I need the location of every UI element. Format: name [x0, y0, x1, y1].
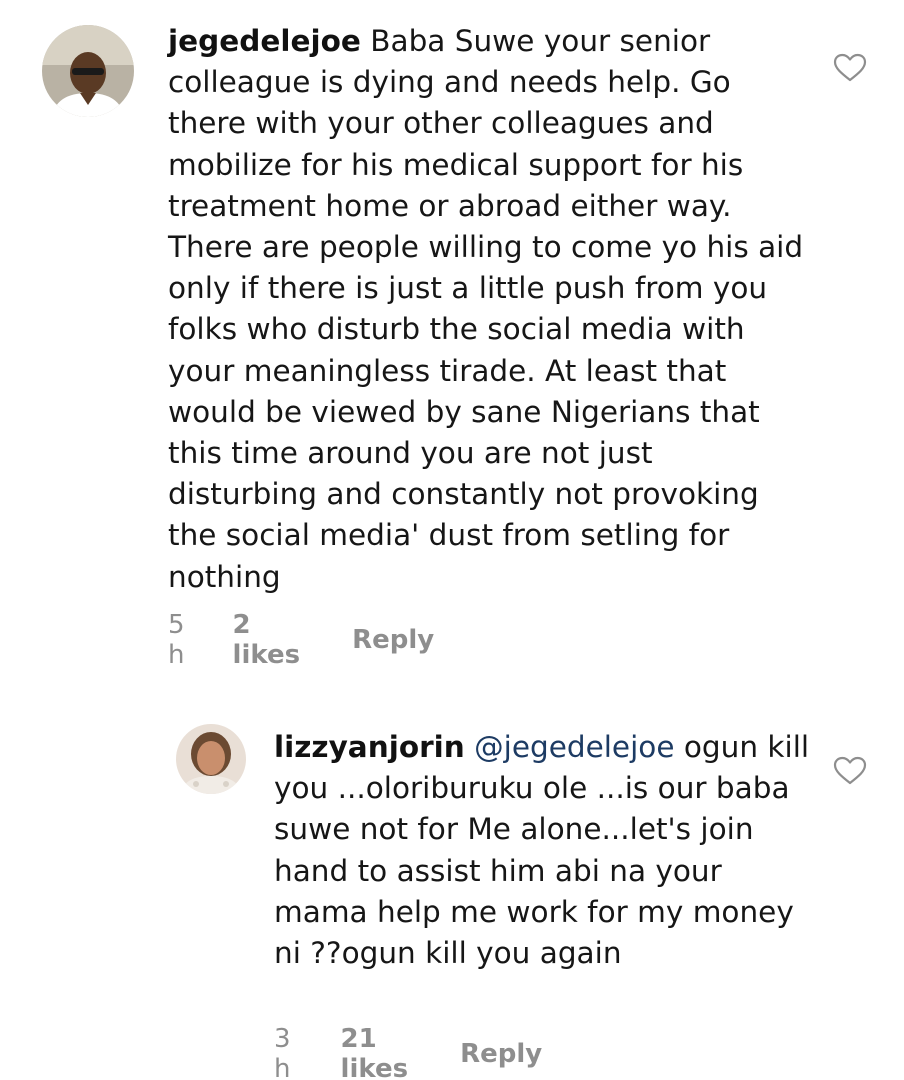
- comment-timestamp: 5 h: [168, 610, 185, 670]
- comment-text: ogun kill you ...oloriburuku ole ...is o…: [274, 730, 810, 971]
- avatar-photo-icon: [176, 724, 246, 794]
- like-button[interactable]: [833, 756, 867, 786]
- comment-meta: 3 h 21 likes Reply: [274, 1024, 542, 1080]
- avatar[interactable]: [176, 724, 246, 794]
- comment-body: jegedelejoe Baba Suwe your senior collea…: [168, 21, 808, 598]
- comment-username[interactable]: lizzyanjorin: [274, 730, 465, 764]
- likes-count[interactable]: 2 likes: [233, 610, 301, 670]
- like-button[interactable]: [833, 53, 867, 83]
- comment-timestamp: 3 h: [274, 1024, 291, 1080]
- comment-text: Baba Suwe your senior colleague is dying…: [168, 24, 804, 594]
- heart-outline-icon: [833, 756, 867, 785]
- mention-link[interactable]: @jegedelejoe: [474, 730, 674, 764]
- comment-username[interactable]: jegedelejoe: [168, 24, 361, 58]
- reply-button[interactable]: Reply: [460, 1039, 542, 1069]
- likes-count[interactable]: 21 likes: [341, 1024, 409, 1080]
- comments-screen: jegedelejoe Baba Suwe your senior collea…: [0, 0, 904, 1080]
- heart-outline-icon: [833, 53, 867, 82]
- reply-button[interactable]: Reply: [352, 625, 434, 655]
- comment-meta: 5 h 2 likes Reply: [168, 610, 434, 670]
- avatar-photo-icon: [42, 25, 134, 117]
- comment-body: lizzyanjorin @jegedelejoe ogun kill you …: [274, 727, 814, 974]
- avatar[interactable]: [42, 25, 134, 117]
